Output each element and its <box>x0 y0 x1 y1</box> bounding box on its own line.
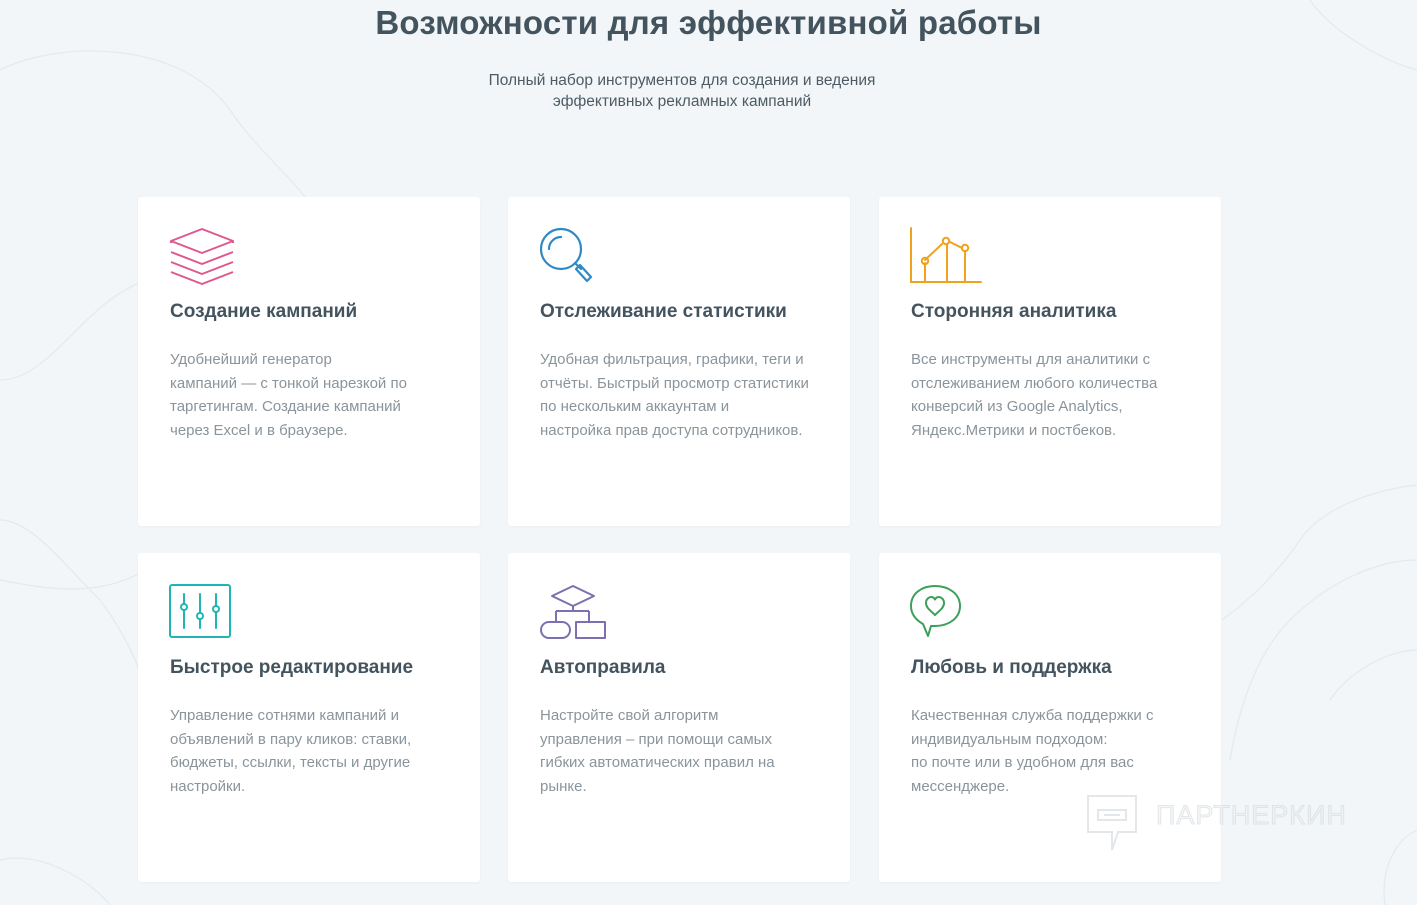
watermark: ПАРТНЕРКИН <box>1084 792 1374 856</box>
card-description: Все инструменты для аналитики с отслежив… <box>911 348 1157 442</box>
feature-card-quick-editing: Быстрое редактирование Управление сотням… <box>138 553 480 882</box>
card-description-line: настройки. <box>170 777 246 795</box>
subtitle-line-1: Полный набор инструментов для создания и… <box>488 72 876 89</box>
card-description-line: Удобная фильтрация, графики, теги и <box>540 351 804 368</box>
sliders-icon <box>169 584 231 638</box>
card-description: Управление сотнями кампаний и объявлений… <box>170 704 411 798</box>
card-description-line: мессенджере. <box>911 777 1010 795</box>
feature-card-statistics-tracking: Отслеживание статистики Удобная фильтрац… <box>508 197 850 526</box>
card-description-line: Удобнейший генератор <box>170 351 332 368</box>
card-description-line: рынке. <box>540 777 587 795</box>
subtitle-line-2: эффективных рекламных кампаний <box>552 93 812 110</box>
section-title: Возможности для эффективной работы <box>375 4 1042 41</box>
card-description-line: управления – при помощи самых <box>540 730 772 748</box>
card-description-line: Все инструменты для аналитики с <box>911 351 1151 368</box>
layers-icon <box>170 228 234 285</box>
card-description-line: кампаний — с тонкой нарезкой по <box>170 374 407 392</box>
card-description-line: Настройте свой алгоритм <box>540 707 719 724</box>
flowchart-icon <box>540 585 606 639</box>
card-description-line: конверсий из Google Analytics, <box>911 398 1123 415</box>
heart-chat-icon <box>910 585 961 637</box>
card-title: Отслеживание статистики <box>540 301 787 322</box>
magnifier-icon <box>539 227 593 283</box>
card-description: Удобнейший генератор кампаний — с тонкой… <box>170 348 407 442</box>
card-description-line: по нескольким аккаунтам и <box>540 398 730 415</box>
card-title: Автоправила <box>540 657 666 678</box>
card-description-line: Качественная служба поддержки с <box>911 707 1154 724</box>
watermark-logo-icon <box>1087 795 1137 851</box>
card-description-line: настройка прав доступа сотрудников. <box>540 421 803 439</box>
card-description-line: Яндекс.Метрики и постбеков. <box>911 421 1117 439</box>
card-title: Сторонняя аналитика <box>911 301 1117 322</box>
card-description-line: отчёты. Быстрый просмотр статистики <box>540 374 809 392</box>
card-description-line: индивидуальным подходом: <box>911 730 1108 748</box>
card-title: Создание кампаний <box>170 301 358 322</box>
card-description: Качественная служба поддержки с индивиду… <box>911 704 1153 798</box>
card-description-line: бюджеты, ссылки, тексты и другие <box>170 754 411 771</box>
card-description-line: объявлений в пару кликов: ставки, <box>170 730 412 748</box>
card-description-line: через Excel и в браузере. <box>170 421 348 439</box>
section-subtitle: Полный набор инструментов для создания и… <box>458 70 906 112</box>
card-description-line: таргетингам. Создание кампаний <box>170 398 401 415</box>
card-title: Быстрое редактирование <box>170 657 414 678</box>
feature-card-auto-rules: Автоправила Настройте свой алгоритм упра… <box>508 553 850 882</box>
card-description: Удобная фильтрация, графики, теги и отчё… <box>540 348 809 442</box>
card-title: Любовь и поддержка <box>911 657 1112 678</box>
card-description-line: Управление сотнями кампаний и <box>170 707 399 724</box>
feature-card-third-party-analytics: Сторонняя аналитика Все инструменты для … <box>879 197 1221 526</box>
card-description-line: отслеживанием любого количества <box>911 374 1158 392</box>
card-description: Настройте свой алгоритм управления – при… <box>540 704 775 798</box>
card-description-line: по почте или в удобном для вас <box>911 754 1134 771</box>
analytics-chart-icon <box>910 227 982 283</box>
card-description-line: гибких автоматических правил на <box>540 754 775 771</box>
watermark-text: ПАРТНЕРКИН <box>1156 800 1347 831</box>
feature-card-campaign-creation: Создание кампаний Удобнейший генератор к… <box>138 197 480 526</box>
